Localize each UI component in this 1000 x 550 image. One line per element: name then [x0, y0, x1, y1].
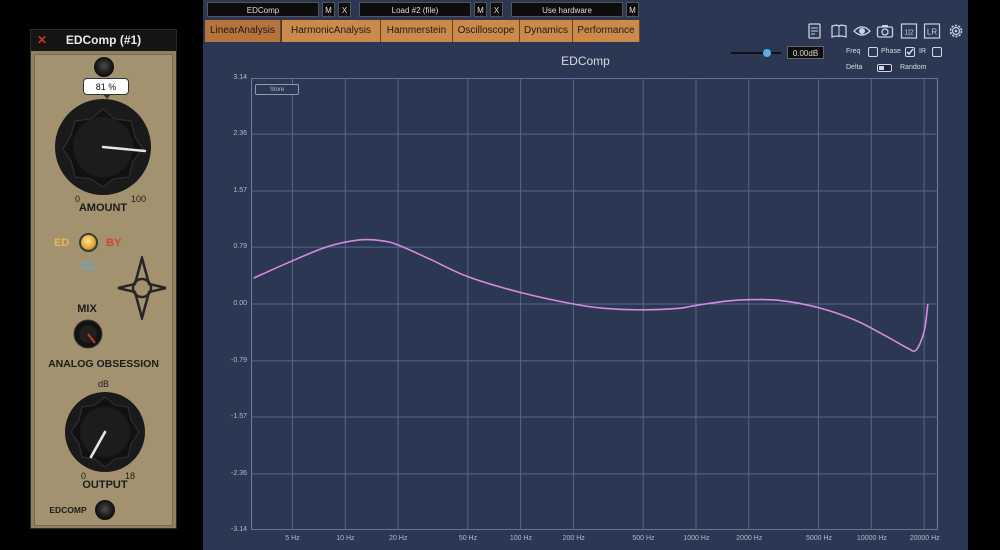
- mode-switch[interactable]: [79, 233, 98, 252]
- gear-icon[interactable]: [947, 22, 965, 40]
- plugin-x-button[interactable]: X: [338, 2, 351, 17]
- eye-icon[interactable]: [853, 22, 871, 40]
- load-x-button[interactable]: X: [490, 2, 503, 17]
- tab-linear-analysis[interactable]: LinearAnalysis: [205, 20, 281, 42]
- y-tick-label: 0.79: [233, 243, 247, 251]
- y-tick-label: 2.36: [233, 130, 247, 138]
- camera-icon[interactable]: [876, 22, 894, 40]
- y-tick-label: -0.79: [231, 356, 247, 364]
- input-jack: [94, 57, 114, 77]
- amount-knob[interactable]: [53, 97, 153, 197]
- notes-icon[interactable]: [806, 22, 824, 40]
- mode-ed-label: ED: [54, 237, 70, 249]
- brand-label: ANALOG OBSESSION: [48, 358, 159, 370]
- output-knob[interactable]: [64, 391, 146, 473]
- mix-label: MIX: [77, 303, 97, 315]
- series-line-0: [253, 238, 929, 353]
- plugin-select[interactable]: EDComp: [207, 2, 319, 17]
- x-tick-label: 50 Hz: [458, 535, 478, 542]
- tab-oscilloscope[interactable]: Oscilloscope: [453, 20, 520, 42]
- tab-performance[interactable]: Performance: [573, 20, 640, 42]
- plugin-m-button[interactable]: M: [322, 2, 335, 17]
- y-tick-label: -3.14: [231, 526, 247, 533]
- x-tick-label: 1000 Hz: [683, 535, 710, 542]
- output-label: OUTPUT: [82, 479, 128, 491]
- plugin-name-label: EDCOMP: [49, 505, 87, 515]
- tab-dynamics[interactable]: Dynamics: [520, 20, 573, 42]
- close-icon[interactable]: ✕: [37, 30, 47, 51]
- x-tick-label: 10 Hz: [336, 535, 355, 542]
- store-button[interactable]: Store: [255, 84, 299, 95]
- amount-value-badge: 81 %: [83, 78, 129, 99]
- x-tick-label: 20 Hz: [389, 535, 408, 542]
- y-tick-label: -2.36: [231, 469, 247, 477]
- y-tick-label: 0.00: [233, 300, 247, 307]
- x-tick-label: 200 Hz: [562, 535, 585, 542]
- amount-label: AMOUNT: [78, 202, 128, 214]
- hardware-select[interactable]: Use hardware: [511, 2, 623, 17]
- chart-plot-area: [251, 78, 938, 530]
- plugin-title: EDComp (#1): [65, 33, 142, 47]
- plugin-window: ✕ EDComp (#1) 81 % 0 100 AMOUNT ED BY CL…: [30, 29, 177, 529]
- x-tick-label: 500 Hz: [632, 535, 655, 542]
- mode-by-label: BY: [106, 237, 122, 249]
- x-tick-label: 10000 Hz: [856, 535, 887, 542]
- hardware-m-button[interactable]: M: [626, 2, 639, 17]
- y-tick-label: -1.57: [231, 413, 247, 420]
- lr-icon-text: LR: [927, 28, 937, 37]
- chart-title: EDComp: [561, 54, 610, 68]
- x-tick-label: 100 Hz: [509, 535, 532, 542]
- lr-icon[interactable]: LR: [923, 22, 941, 40]
- mode-cl-label: CL: [81, 260, 96, 272]
- half-icon-text: 1|2: [904, 30, 914, 37]
- x-tick-label: 5000 Hz: [805, 535, 833, 542]
- brand-logo-icon: [116, 253, 168, 323]
- tab-hammerstein[interactable]: Hammerstein: [381, 20, 453, 42]
- y-tick-label: 3.14: [233, 74, 247, 81]
- book-icon[interactable]: [830, 22, 848, 40]
- x-tick-label: 2000 Hz: [736, 535, 763, 542]
- plugin-titlebar: ✕ EDComp (#1): [31, 30, 176, 51]
- tab-harmonic-analysis[interactable]: HarmonicAnalysis: [282, 20, 381, 42]
- analyzer-window: EDComp M X Load #2 (file) M X Use hardwa…: [203, 0, 968, 550]
- x-tick-label: 20000 Hz: [909, 535, 940, 542]
- half-icon[interactable]: 1|2: [900, 22, 918, 40]
- output-jack: [95, 500, 115, 520]
- mix-knob[interactable]: [73, 319, 103, 349]
- load-select[interactable]: Load #2 (file): [359, 2, 471, 17]
- x-tick-label: 5 Hz: [285, 535, 300, 542]
- output-unit-label: dB: [98, 379, 110, 389]
- y-tick-label: 1.57: [233, 187, 247, 194]
- load-m-button[interactable]: M: [474, 2, 487, 17]
